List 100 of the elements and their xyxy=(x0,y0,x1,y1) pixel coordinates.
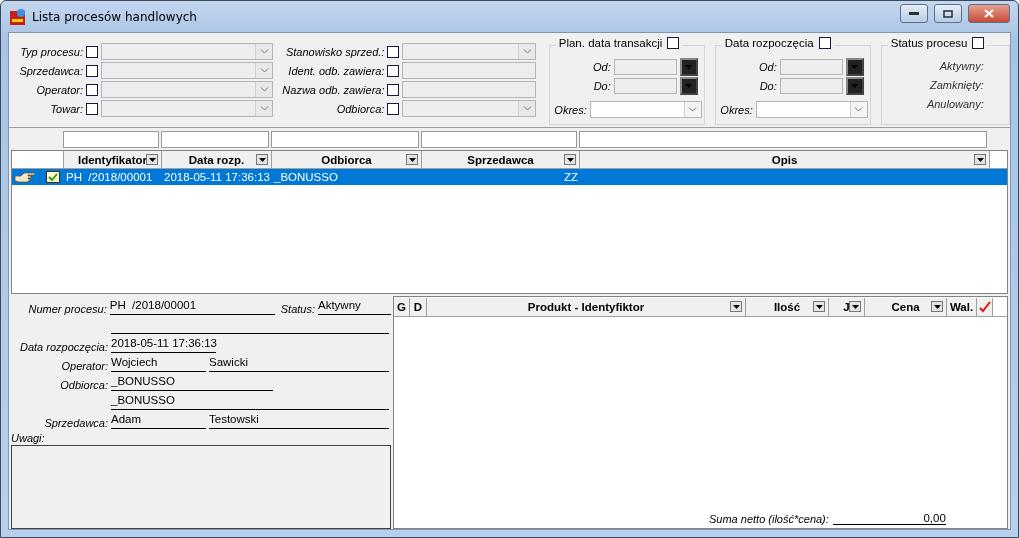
notes-field[interactable] xyxy=(11,445,391,529)
dropdown-button[interactable] xyxy=(845,57,864,76)
field-value: Adam xyxy=(111,413,206,429)
checkbox[interactable] xyxy=(387,102,400,115)
date-label: Do: xyxy=(592,79,611,92)
period-label: Okres: xyxy=(553,103,587,116)
status-label: Aktywny: xyxy=(938,59,984,74)
total-label: Suma netto (ilość*cena): xyxy=(709,513,829,525)
period-label: Okres: xyxy=(719,103,753,116)
column-header[interactable]: J xyxy=(829,298,865,316)
document-check-icon xyxy=(46,171,60,183)
column-header[interactable]: D xyxy=(410,298,427,316)
minimize-button[interactable] xyxy=(900,4,928,23)
checkbox[interactable] xyxy=(387,45,400,58)
triangle-down-icon xyxy=(851,64,859,69)
column-header[interactable]: Produkt - Identyfiktor xyxy=(427,298,746,316)
triangle-down-icon xyxy=(685,64,693,69)
checkbox[interactable] xyxy=(86,102,98,115)
field-value: 2018-05-11 17:36:13 xyxy=(111,337,216,353)
triangle-down-icon xyxy=(685,83,693,88)
filter-field[interactable] xyxy=(421,131,577,148)
checkbox[interactable] xyxy=(86,64,98,77)
table-cell-text: 2018-05-11 17:36:13 xyxy=(163,171,271,183)
dropdown-icon[interactable] xyxy=(406,154,418,165)
triangle-down-icon xyxy=(851,83,859,88)
checkbox[interactable] xyxy=(972,37,985,49)
minimize-icon xyxy=(909,11,919,16)
group-title: Plan. data transakcji xyxy=(558,37,663,49)
chevron-down-icon xyxy=(688,107,698,112)
filter-field[interactable] xyxy=(579,131,987,148)
column-header[interactable]: Identyfikator xyxy=(64,151,162,168)
chevron-down-icon xyxy=(522,106,532,111)
dropdown-icon[interactable] xyxy=(974,154,986,165)
filter-field[interactable] xyxy=(63,131,159,148)
date-field[interactable] xyxy=(613,58,677,75)
table-cell-text: PH /2018/00001 xyxy=(65,171,154,183)
window-title: Lista procesów handlowych xyxy=(32,9,198,24)
dropdown-button[interactable] xyxy=(679,76,698,95)
table-row[interactable]: PH /2018/00001 2018-05-11 17:36:13 _BONUSSO ZZ xyxy=(12,169,1007,185)
column-header[interactable]: Ilość xyxy=(746,298,829,316)
dropdown-icon[interactable] xyxy=(931,301,943,312)
chevron-down-icon xyxy=(259,49,269,54)
group-title: Data rozpoczęcia xyxy=(724,37,814,49)
group-title: Status procesu xyxy=(890,37,968,49)
dropdown-icon[interactable] xyxy=(730,301,742,312)
column-header[interactable]: Sprzedawca xyxy=(422,151,580,168)
chevron-down-icon xyxy=(854,107,864,112)
field-label: Odbiorca: xyxy=(59,379,108,391)
input-field[interactable] xyxy=(402,81,537,98)
field-value: PH /2018/00001 xyxy=(109,299,275,315)
chevron-down-icon xyxy=(259,68,269,73)
filter-label: Sprzedawca: xyxy=(18,64,83,77)
dropdown-icon[interactable] xyxy=(564,154,576,165)
checkbox[interactable] xyxy=(86,45,98,58)
field-value: Wojciech xyxy=(111,356,206,372)
table-cell-text: _BONUSSO xyxy=(273,171,339,183)
filter-field[interactable] xyxy=(271,131,419,148)
table-cell-text: ZZ xyxy=(562,171,579,183)
checkbox[interactable] xyxy=(86,83,98,96)
field-value: Aktywny xyxy=(318,299,391,315)
column-header[interactable]: Opis xyxy=(580,151,990,168)
checkbox[interactable] xyxy=(387,64,400,77)
close-icon xyxy=(984,9,994,18)
checkbox[interactable] xyxy=(387,83,400,96)
field-label: Sprzedawca: xyxy=(43,417,108,429)
maximize-icon xyxy=(943,9,953,18)
close-button[interactable] xyxy=(968,4,1010,23)
app-icon xyxy=(10,8,26,25)
field-value: Testowski xyxy=(209,413,389,429)
dropdown-button[interactable] xyxy=(679,57,698,76)
column-header[interactable]: Odbiorca xyxy=(272,151,422,168)
column-header[interactable]: Data rozp. xyxy=(162,151,272,168)
maximize-button[interactable] xyxy=(934,4,962,23)
date-field[interactable] xyxy=(779,58,843,75)
status-label: Zamknięty: xyxy=(928,78,984,93)
dropdown-icon[interactable] xyxy=(849,301,861,312)
date-field[interactable] xyxy=(613,77,677,94)
notes-label: Uwagi: xyxy=(11,431,46,444)
column-header[interactable]: G xyxy=(394,298,410,316)
filter-label: Typ procesu: xyxy=(19,45,83,58)
filter-label: Odbiorca: xyxy=(335,102,385,115)
input-field[interactable] xyxy=(402,62,537,79)
dropdown-button[interactable] xyxy=(845,76,864,95)
chevron-down-icon xyxy=(522,49,532,54)
date-label: Od: xyxy=(758,60,777,73)
field-label: Status: xyxy=(280,303,315,315)
date-field[interactable] xyxy=(779,77,843,94)
status-label: Anulowany: xyxy=(925,97,984,112)
column-header[interactable]: Cena xyxy=(865,298,947,316)
dropdown-icon[interactable] xyxy=(256,154,268,165)
field-value: Sawicki xyxy=(209,356,389,372)
filter-field[interactable] xyxy=(161,131,269,148)
checkbox[interactable] xyxy=(667,37,680,49)
check-button[interactable] xyxy=(977,298,993,316)
dropdown-icon[interactable] xyxy=(146,154,158,165)
checkbox[interactable] xyxy=(818,37,831,49)
filter-label: Stanowisko sprzed.: xyxy=(284,45,385,58)
dropdown-icon[interactable] xyxy=(813,301,825,312)
chevron-down-icon xyxy=(259,87,269,92)
column-header[interactable]: Wal. xyxy=(947,298,977,316)
